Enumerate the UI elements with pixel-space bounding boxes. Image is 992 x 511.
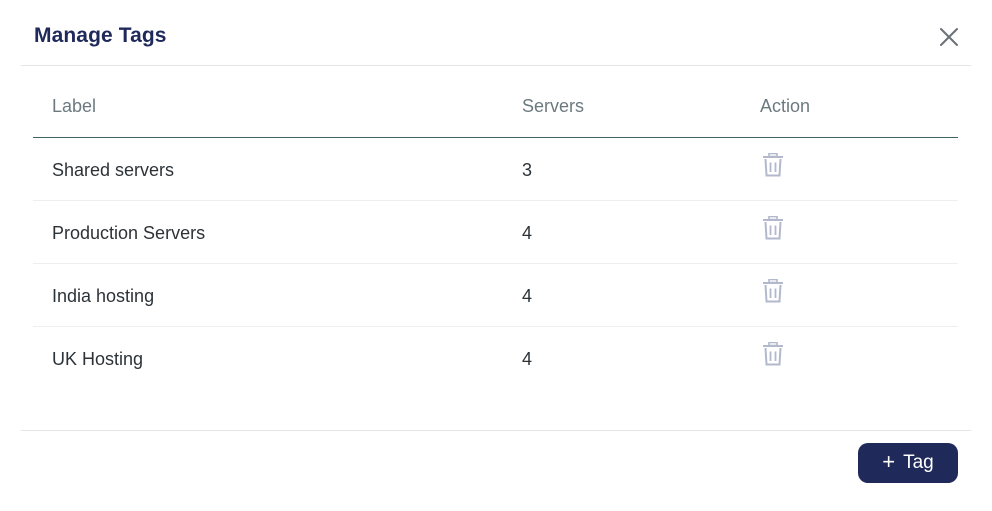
tag-label: Shared servers <box>52 160 175 180</box>
table-row: Production Servers 4 <box>33 201 958 264</box>
tags-table: Label Servers Action Shared servers 3 Pr… <box>33 76 958 389</box>
manage-tags-modal: Manage Tags Label Servers Action Shared … <box>0 0 992 511</box>
add-tag-label: Tag <box>903 452 934 473</box>
table-row: India hosting 4 <box>33 264 958 327</box>
trash-icon[interactable] <box>762 152 784 177</box>
tag-server-count: 4 <box>522 349 533 369</box>
column-header-action: Action <box>760 96 811 116</box>
tag-server-count: 4 <box>522 223 533 243</box>
footer-divider <box>21 430 971 431</box>
tag-server-count: 4 <box>522 286 533 306</box>
tag-label: Production Servers <box>52 223 206 243</box>
trash-icon[interactable] <box>762 278 784 303</box>
column-header-label: Label <box>52 96 97 116</box>
table-row: UK Hosting 4 <box>33 327 958 389</box>
plus-icon: + <box>882 449 896 474</box>
modal-header: Manage Tags <box>0 0 992 66</box>
tag-label: UK Hosting <box>52 349 144 369</box>
trash-icon[interactable] <box>762 215 784 240</box>
table-row: Shared servers 3 <box>33 138 958 201</box>
column-header-servers: Servers <box>522 96 585 116</box>
modal-title: Manage Tags <box>34 24 167 47</box>
header-divider <box>21 65 971 66</box>
add-tag-button[interactable]: + Tag <box>858 443 958 483</box>
close-icon[interactable] <box>936 24 962 50</box>
tag-server-count: 3 <box>522 160 533 180</box>
tag-label: India hosting <box>52 286 155 306</box>
trash-icon[interactable] <box>762 341 784 366</box>
table-header: Label Servers Action <box>33 76 958 138</box>
